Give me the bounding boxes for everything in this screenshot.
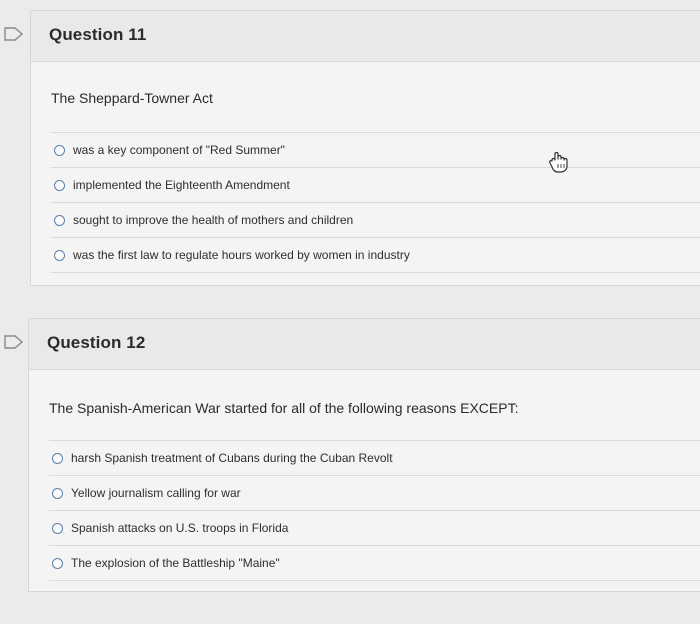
answer-list: was a key component of "Red Summer" impl… [51,132,700,273]
question-header: Question 11 [31,11,700,62]
flag-icon[interactable] [3,26,25,42]
answer-label: Yellow journalism calling for war [71,486,241,500]
radio-button[interactable] [54,179,65,191]
hand-pointer-icon [549,151,568,173]
answer-option[interactable]: The explosion of the Battleship "Maine" [49,545,700,581]
answer-option[interactable]: sought to improve the health of mothers … [51,202,700,237]
question-stem: The Spanish-American War started for all… [49,400,519,416]
flag-icon[interactable] [3,334,25,350]
question-title: Question 12 [47,333,146,352]
answer-label: implemented the Eighteenth Amendment [73,178,290,192]
answer-option[interactable]: was the first law to regulate hours work… [51,237,700,273]
answer-option[interactable]: Yellow journalism calling for war [49,475,700,510]
radio-button[interactable] [52,557,63,569]
question-card-12: Question 12 The Spanish-American War sta… [28,318,700,592]
answer-label: harsh Spanish treatment of Cubans during… [71,451,393,465]
radio-button[interactable] [52,452,63,464]
radio-button[interactable] [52,522,63,534]
question-header: Question 12 [29,319,700,370]
answer-option[interactable]: Spanish attacks on U.S. troops in Florid… [49,510,700,545]
radio-button[interactable] [52,487,63,499]
answer-label: Spanish attacks on U.S. troops in Florid… [71,521,289,535]
question-stem: The Sheppard-Towner Act [51,90,213,106]
radio-button[interactable] [54,214,65,226]
answer-option[interactable]: harsh Spanish treatment of Cubans during… [49,440,700,475]
radio-button[interactable] [54,249,65,261]
answer-label: The explosion of the Battleship "Maine" [71,556,280,570]
question-card-11: Question 11 The Sheppard-Towner Act was … [30,10,700,286]
answer-label: was a key component of "Red Summer" [73,143,285,157]
answer-option[interactable]: was a key component of "Red Summer" [51,132,700,167]
answer-list: harsh Spanish treatment of Cubans during… [49,440,700,581]
radio-button[interactable] [54,144,65,156]
answer-label: sought to improve the health of mothers … [73,213,354,227]
question-title: Question 11 [49,25,147,44]
answer-label: was the first law to regulate hours work… [73,248,410,262]
answer-option[interactable]: implemented the Eighteenth Amendment [51,167,700,202]
